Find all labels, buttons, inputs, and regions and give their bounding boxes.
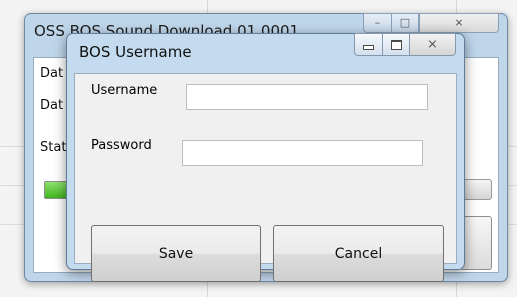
username-label: Username — [91, 83, 158, 98]
dialog-client-area: Username Password Save Cancel — [74, 73, 457, 282]
dialog-title: BOS Username — [79, 43, 192, 61]
username-input[interactable] — [186, 84, 428, 110]
parent-close-button[interactable]: ⨯ — [419, 13, 499, 33]
minimize-icon — [363, 45, 374, 50]
cancel-button[interactable]: Cancel — [273, 225, 444, 282]
maximize-button[interactable] — [382, 33, 409, 56]
parent-label-status: Stat — [40, 140, 67, 155]
maximize-icon — [390, 39, 402, 50]
close-icon: ⨯ — [427, 37, 438, 52]
parent-label-data-1: Dat — [40, 66, 64, 81]
close-button[interactable]: ⨯ — [409, 33, 456, 56]
dialog-window-controls: ⨯ — [354, 33, 456, 56]
bos-username-dialog: BOS Username ⨯ Username Password Save Ca… — [66, 33, 465, 282]
parent-label-data-2: Dat — [40, 98, 64, 113]
parent-maximize-button[interactable]: □ — [391, 13, 419, 33]
password-input[interactable] — [182, 140, 423, 166]
password-label: Password — [91, 138, 152, 153]
parent-minimize-button[interactable]: – — [363, 13, 392, 33]
parent-field-button[interactable] — [462, 179, 492, 200]
minimize-button[interactable] — [354, 33, 382, 56]
save-button[interactable]: Save — [91, 225, 261, 282]
